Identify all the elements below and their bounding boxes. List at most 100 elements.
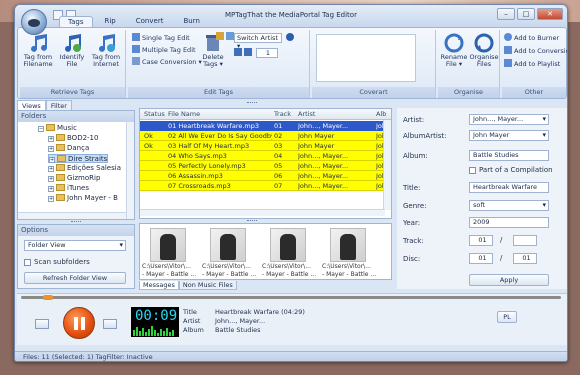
horizontal-scrollbar[interactable] bbox=[18, 212, 126, 219]
vertical-scrollbar[interactable] bbox=[126, 122, 134, 219]
add-to-burner-button[interactable]: Add to Burner bbox=[504, 33, 559, 43]
cell-track: 06 bbox=[274, 172, 283, 180]
edit-icon[interactable] bbox=[216, 32, 224, 40]
coverart-area[interactable] bbox=[316, 34, 416, 82]
playlist-button[interactable]: PL bbox=[497, 311, 517, 323]
album-field[interactable]: Battle Studies bbox=[469, 150, 549, 161]
refresh-folder-view-button[interactable]: Refresh Folder View bbox=[24, 272, 126, 284]
tree-item[interactable]: − Music bbox=[38, 124, 77, 133]
rename-file-button[interactable]: Rename File ▾ bbox=[438, 33, 470, 68]
tree-item[interactable]: + John Mayer - B bbox=[48, 194, 118, 203]
tab-filter[interactable]: Filter bbox=[45, 100, 72, 110]
progress-bar[interactable] bbox=[21, 295, 561, 300]
column-file-name[interactable]: File Name bbox=[168, 110, 200, 118]
minimize-button[interactable]: – bbox=[497, 8, 515, 20]
folder-icon bbox=[46, 124, 55, 131]
track-label: Track: bbox=[403, 237, 424, 245]
group-coverart: Coverart bbox=[312, 30, 436, 98]
tab-messages[interactable]: Messages bbox=[139, 281, 179, 290]
disc-total-field[interactable]: 01 bbox=[513, 253, 537, 264]
tree-item[interactable]: + Edições Salesia bbox=[48, 164, 121, 173]
column-artist[interactable]: Artist bbox=[298, 110, 315, 118]
add-to-playlist-button[interactable]: Add to Playlist bbox=[504, 59, 560, 69]
bpm-icon[interactable] bbox=[286, 33, 296, 43]
thumbnail[interactable]: C:\Users\Vitor\... - Mayer - Battle ... bbox=[262, 228, 316, 280]
tags-icon bbox=[132, 45, 140, 53]
track-field[interactable]: 01 bbox=[469, 235, 493, 246]
grid-horizontal-scrollbar[interactable] bbox=[140, 209, 385, 216]
tab-views[interactable]: Views bbox=[17, 100, 46, 110]
single-tag-edit-button[interactable]: Single Tag Edit bbox=[132, 33, 190, 43]
cell-file: 02 All We Ever Do Is Say Goodbye.mp3 bbox=[168, 132, 272, 140]
year-label: Year: bbox=[403, 219, 421, 227]
artist-info-value: John..., Mayer... bbox=[215, 317, 266, 325]
close-button[interactable]: ✕ bbox=[537, 8, 563, 20]
column-track[interactable]: Track bbox=[274, 110, 291, 118]
table-row[interactable]: 05 Perfectly Lonely.mp3 05 John..., Mayer.… bbox=[140, 161, 390, 171]
column-album[interactable]: Alb bbox=[376, 110, 386, 118]
thumbnail[interactable]: C:\Users\Vitor\... - Mayer - Battle ... bbox=[322, 228, 376, 280]
identify-file-button[interactable]: Identify File bbox=[54, 33, 90, 68]
grid-header: Status File Name Track Artist Alb bbox=[140, 109, 391, 120]
title-field[interactable]: Heartbreak Warfare bbox=[469, 182, 549, 193]
app-menu-orb[interactable] bbox=[21, 9, 47, 35]
tab-non-music-files[interactable]: Non Music Files bbox=[178, 281, 237, 290]
disc-field[interactable]: 01 bbox=[469, 253, 493, 264]
thumbnail[interactable]: C:\Users\Vitor\... - Mayer - Battle ... bbox=[142, 228, 196, 280]
grid-vertical-scrollbar[interactable] bbox=[383, 120, 391, 210]
number-field[interactable]: 1 bbox=[256, 48, 278, 58]
expand-icon[interactable]: + bbox=[48, 196, 54, 202]
title-label: Title: bbox=[403, 184, 421, 192]
compilation-checkbox[interactable] bbox=[469, 167, 476, 174]
tree-item[interactable]: + iTunes bbox=[48, 184, 89, 193]
splitter-grip[interactable] bbox=[247, 102, 257, 105]
table-row[interactable]: 04 Who Says.mp304John..., Mayer...John bbox=[140, 151, 390, 161]
collapse-icon[interactable]: − bbox=[38, 126, 44, 132]
genre-dropdown[interactable]: soft bbox=[469, 200, 549, 211]
next-button[interactable] bbox=[103, 319, 117, 329]
case-icon bbox=[132, 57, 140, 65]
table-row[interactable]: Ok03 Half Of My Heart.mp303John MayerJoh… bbox=[140, 141, 390, 151]
table-row-selected[interactable]: 01 Heartbreak Warfare.mp3 01 John..., Maye… bbox=[140, 121, 390, 131]
tree-item[interactable]: + BOD2-10 bbox=[48, 134, 98, 143]
view-dropdown[interactable]: Folder View bbox=[24, 240, 126, 251]
expand-icon[interactable]: + bbox=[49, 157, 55, 163]
table-row[interactable]: 06 Assassin.mp306John..., Mayer...John bbox=[140, 171, 390, 181]
expand-icon[interactable]: + bbox=[48, 176, 54, 182]
previous-button[interactable] bbox=[35, 319, 49, 329]
switch-artist-dropdown[interactable]: Switch Artist ▾ bbox=[234, 33, 282, 50]
rotate-left-icon[interactable] bbox=[234, 48, 242, 56]
track-total-field[interactable] bbox=[513, 235, 537, 246]
apply-button[interactable]: Apply bbox=[469, 274, 549, 286]
window-controls: – □ ✕ bbox=[497, 8, 563, 20]
year-field[interactable]: 2009 bbox=[469, 217, 549, 228]
folder-tree: − Music + BOD2-10 + Dança + Dire Straits + Ed… bbox=[18, 122, 134, 219]
expand-icon[interactable]: + bbox=[48, 136, 54, 142]
maximize-button[interactable]: □ bbox=[517, 8, 535, 20]
rotate-right-icon[interactable] bbox=[244, 48, 252, 56]
organise-files-button[interactable]: Organise Files bbox=[468, 33, 500, 68]
table-row[interactable]: 07 Crossroads.mp307John..., Mayer...John bbox=[140, 181, 390, 191]
tree-item[interactable]: + GizmoRip bbox=[48, 174, 100, 183]
column-status[interactable]: Status bbox=[144, 110, 165, 118]
add-to-conversion-button[interactable]: Add to Conversion bbox=[504, 46, 567, 56]
case-conversion-button[interactable]: Case Conversion ▾ bbox=[132, 57, 202, 67]
expand-icon[interactable]: + bbox=[48, 166, 54, 172]
progress-knob[interactable] bbox=[42, 295, 53, 300]
thumbnail[interactable]: C:\Users\Vitor\... - Mayer - Battle ... bbox=[202, 228, 256, 280]
time-display: 00:09 bbox=[131, 307, 179, 337]
tag-from-filename-button[interactable]: Tag from Filename bbox=[20, 33, 56, 68]
tag-from-internet-button[interactable]: Tag from Internet bbox=[88, 33, 124, 68]
multiple-tag-edit-button[interactable]: Multiple Tag Edit bbox=[132, 45, 196, 55]
expand-icon[interactable]: + bbox=[48, 186, 54, 192]
artist-field[interactable]: John..., Mayer... bbox=[469, 114, 549, 125]
bpm-button[interactable] bbox=[286, 33, 294, 41]
table-row[interactable]: Ok 02 All We Ever Do Is Say Goodbye.mp302… bbox=[140, 131, 390, 141]
tree-item-selected[interactable]: + Dire Straits bbox=[48, 154, 109, 163]
albumartist-field[interactable]: John Mayer bbox=[469, 130, 549, 141]
scan-subfolders-checkbox[interactable] bbox=[24, 259, 31, 266]
tree-item[interactable]: + Dança bbox=[48, 144, 89, 153]
clipboard-icon[interactable] bbox=[226, 32, 234, 40]
expand-icon[interactable]: + bbox=[48, 146, 54, 152]
pause-button[interactable] bbox=[63, 307, 95, 339]
